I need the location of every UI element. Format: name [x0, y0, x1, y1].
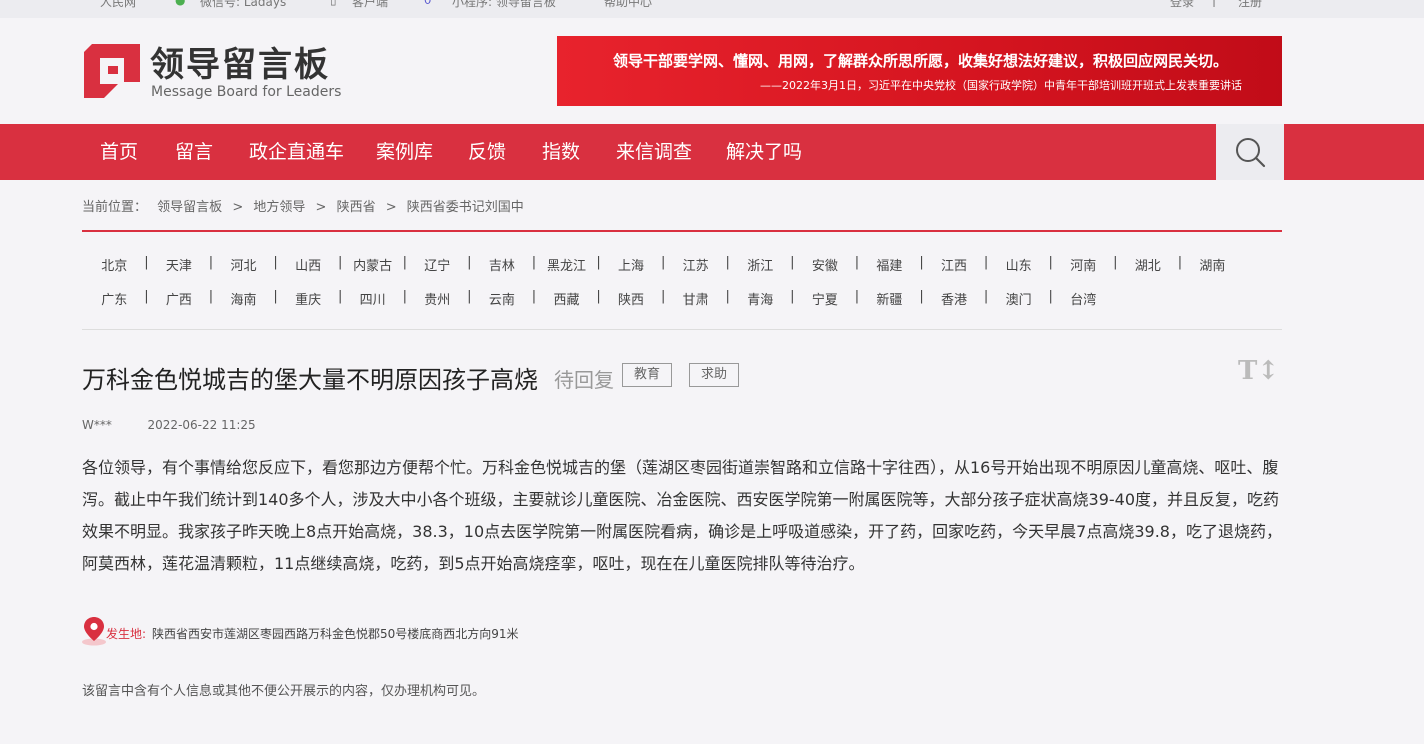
- province-link[interactable]: 山西: [276, 255, 342, 274]
- province-link[interactable]: 广西: [147, 289, 213, 308]
- breadcrumb-link-local[interactable]: 地方领导: [253, 200, 305, 215]
- header: 领导留言板 Message Board for Leaders 领导干部要学网、…: [0, 18, 1424, 124]
- miniprogram-icon: ϑ: [424, 0, 432, 7]
- location-label: 发生地:: [106, 627, 147, 641]
- post-title: 万科金色悦城吉的堡大量不明原因孩子高烧: [82, 366, 538, 394]
- province-link[interactable]: 黑龙江: [534, 255, 600, 274]
- province-link[interactable]: 陕西: [599, 289, 665, 308]
- site-logo[interactable]: 领导留言板 Message Board for Leaders: [82, 42, 352, 100]
- province-link[interactable]: 海南: [211, 289, 277, 308]
- search-icon: [1236, 138, 1266, 168]
- province-link[interactable]: 天津: [147, 255, 213, 274]
- province-link[interactable]: 云南: [470, 289, 536, 308]
- province-link[interactable]: 青海: [728, 289, 794, 308]
- nav-item-resolved[interactable]: 解决了吗: [726, 124, 802, 180]
- province-link[interactable]: 吉林: [470, 255, 536, 274]
- post-meta: W*** 2022-06-22 11:25: [82, 418, 256, 432]
- province-link[interactable]: 四川: [340, 289, 407, 308]
- nav-item-feedback[interactable]: 反馈: [468, 124, 506, 180]
- nav-item-messages[interactable]: 留言: [175, 124, 213, 180]
- province-link[interactable]: 湖南: [1180, 255, 1245, 274]
- province-link[interactable]: 福建: [857, 255, 923, 274]
- tag-education[interactable]: 教育: [622, 363, 672, 387]
- province-link[interactable]: 贵州: [405, 289, 471, 308]
- status-badge: 待回复: [554, 368, 614, 392]
- post-author: W***: [82, 418, 112, 432]
- province-link[interactable]: 湖北: [1116, 255, 1182, 274]
- topbar-link-wechat[interactable]: 微信号: Ladays: [200, 0, 286, 10]
- logo-mark-icon: [84, 44, 140, 98]
- topbar-divider: |: [1212, 0, 1217, 7]
- province-link[interactable]: 台湾: [1051, 289, 1116, 308]
- nav-item-survey[interactable]: 来信调查: [616, 124, 692, 180]
- breadcrumb-label: 当前位置：: [82, 200, 148, 215]
- privacy-note: 该留言中含有个人信息或其他不便公开展示的内容，仅办理机构可见。: [82, 684, 486, 699]
- province-row-1: 北京天津河北山西内蒙古辽宁吉林黑龙江上海江苏浙江安徽福建江西山东河南湖北湖南: [82, 255, 1245, 275]
- breadcrumb-link-home[interactable]: 领导留言板: [157, 200, 222, 215]
- main-nav: 首页 留言 政企直通车 案例库 反馈 指数 来信调查 解决了吗: [0, 124, 1424, 180]
- topbar-link-people[interactable]: 人民网: [100, 0, 136, 10]
- topbar-link-help[interactable]: 帮助中心: [604, 0, 652, 10]
- breadcrumb-link-province[interactable]: 陕西省: [337, 200, 376, 215]
- search-button[interactable]: [1216, 124, 1284, 180]
- top-bar: 人民网 ● 微信号: Ladays ▯ 客户端 ϑ 小程序: 领导留言板 帮助中…: [0, 0, 1424, 18]
- quote-banner: 领导干部要学网、懂网、用网，了解群众所思所愿，收集好想法好建议，积极回应网民关切…: [557, 36, 1282, 106]
- logo-title: 领导留言板: [150, 45, 330, 85]
- province-link[interactable]: 广东: [82, 289, 148, 308]
- province-link[interactable]: 甘肃: [663, 289, 730, 308]
- location-text: 陕西省西安市莲湖区枣园西路万科金色悦郡50号楼底商西北方向91米: [152, 627, 519, 641]
- breadcrumb-current[interactable]: 陕西省委书记刘国中: [407, 200, 524, 215]
- register-link[interactable]: 注册: [1238, 0, 1262, 10]
- post-location: 发生地: 陕西省西安市莲湖区枣园西路万科金色悦郡50号楼底商西北方向91米: [82, 616, 882, 646]
- province-row-2: 广东广西海南重庆四川贵州云南西藏陕西甘肃青海宁夏新疆香港澳门台湾: [82, 289, 1116, 309]
- breadcrumb-separator: >: [315, 200, 327, 215]
- topbar-link-client[interactable]: 客户端: [352, 0, 388, 10]
- province-link[interactable]: 江西: [922, 255, 988, 274]
- nav-item-enterprise[interactable]: 政企直通车: [249, 124, 344, 180]
- post-content: 各位领导，有个事情给您反应下，看您那边方便帮个忙。万科金色悦城吉的堡（莲湖区枣园…: [82, 458, 1282, 573]
- post-datetime: 2022-06-22 11:25: [147, 418, 256, 432]
- banner-source: ——2022年3月1日，习近平在中央党校（国家行政学院）中青年干部培训班开班式上…: [760, 79, 1242, 92]
- province-link[interactable]: 重庆: [276, 289, 342, 308]
- divider: [82, 329, 1282, 330]
- logo-subtitle: Message Board for Leaders: [151, 84, 342, 100]
- province-link[interactable]: 澳门: [986, 289, 1053, 308]
- province-link[interactable]: 江苏: [663, 255, 730, 274]
- phone-icon: ▯: [330, 0, 337, 7]
- province-link[interactable]: 西藏: [534, 289, 600, 308]
- topbar-link-miniprogram[interactable]: 小程序: 领导留言板: [452, 0, 556, 10]
- province-link[interactable]: 香港: [922, 289, 988, 308]
- province-link[interactable]: 宁夏: [793, 289, 859, 308]
- login-link[interactable]: 登录: [1170, 0, 1194, 10]
- location-pin-icon: [82, 617, 106, 646]
- breadcrumb: 当前位置： 领导留言板 > 地方领导 > 陕西省 > 陕西省委书记刘国中: [82, 196, 530, 215]
- breadcrumb-separator: >: [232, 200, 244, 215]
- section-divider: [82, 230, 1282, 232]
- banner-quote: 领导干部要学网、懂网、用网，了解群众所思所愿，收集好想法好建议，积极回应网民关切…: [613, 52, 1229, 70]
- province-link[interactable]: 上海: [599, 255, 665, 274]
- tag-help[interactable]: 求助: [689, 363, 739, 387]
- province-link[interactable]: 北京: [82, 255, 148, 274]
- province-link[interactable]: 辽宁: [405, 255, 471, 274]
- province-link[interactable]: 安徽: [793, 255, 859, 274]
- nav-item-home[interactable]: 首页: [100, 124, 138, 180]
- province-link[interactable]: 河南: [1051, 255, 1117, 274]
- province-link[interactable]: 浙江: [728, 255, 794, 274]
- province-link[interactable]: 新疆: [857, 289, 923, 308]
- province-link[interactable]: 内蒙古: [340, 255, 406, 274]
- wechat-icon: ●: [175, 0, 186, 7]
- nav-item-index[interactable]: 指数: [542, 124, 580, 180]
- breadcrumb-separator: >: [385, 200, 397, 215]
- font-size-toggle-icon[interactable]: T↕: [1238, 356, 1279, 386]
- province-link[interactable]: 山东: [986, 255, 1053, 274]
- province-link[interactable]: 河北: [211, 255, 277, 274]
- nav-item-cases[interactable]: 案例库: [376, 124, 433, 180]
